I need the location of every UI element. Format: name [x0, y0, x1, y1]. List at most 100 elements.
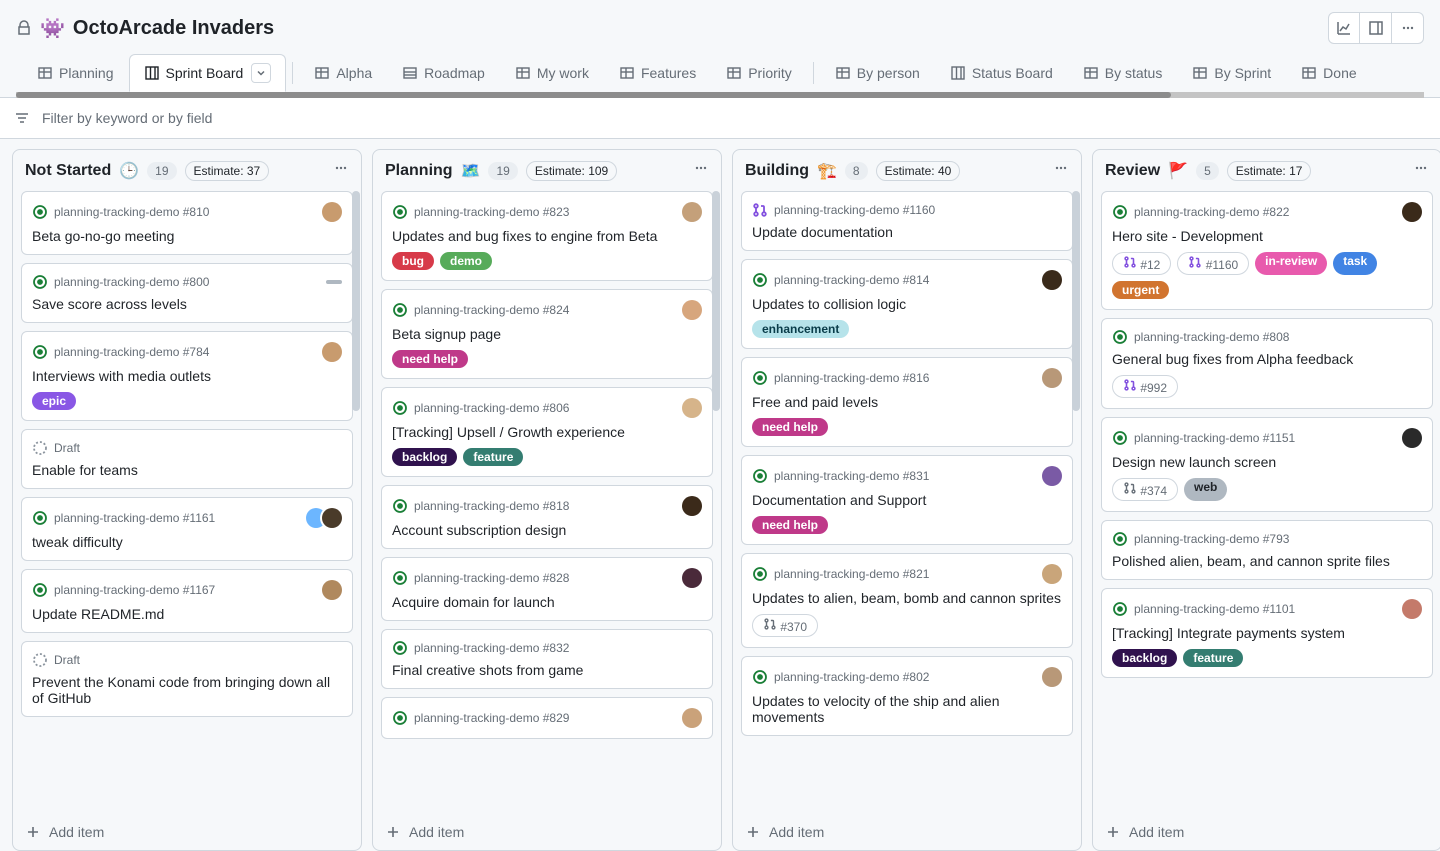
assignee-avatar[interactable] — [682, 300, 702, 320]
issue-card[interactable]: planning-tracking-demo #823Updates and b… — [381, 191, 713, 281]
issue-card[interactable]: planning-tracking-demo #800Save score ac… — [21, 263, 353, 323]
issue-label[interactable]: backlog — [392, 448, 457, 466]
issue-card[interactable]: planning-tracking-demo #832Final creativ… — [381, 629, 713, 689]
view-tab[interactable]: By person — [820, 56, 935, 90]
add-item-button[interactable]: Add item — [373, 813, 721, 850]
column-scrollbar[interactable] — [352, 191, 360, 411]
view-tab[interactable]: Roadmap — [387, 56, 500, 90]
assignee-avatar[interactable] — [1402, 202, 1422, 222]
issue-label[interactable]: in-review — [1255, 252, 1327, 275]
assignee-avatar[interactable] — [322, 580, 342, 600]
add-item-label: Add item — [1129, 824, 1184, 840]
issue-card[interactable]: planning-tracking-demo #1101[Tracking] I… — [1101, 588, 1433, 678]
issue-card[interactable]: planning-tracking-demo #1160Update docum… — [741, 191, 1073, 251]
view-tab[interactable]: Alpha — [299, 56, 387, 90]
tab-dropdown[interactable] — [251, 63, 271, 83]
issue-card[interactable]: planning-tracking-demo #816Free and paid… — [741, 357, 1073, 447]
assignee-avatar[interactable] — [1042, 667, 1062, 687]
view-tab[interactable]: My work — [500, 56, 604, 90]
issue-reference: planning-tracking-demo #1167 — [54, 583, 215, 597]
issue-card[interactable]: planning-tracking-demo #793Polished alie… — [1101, 520, 1433, 580]
issue-reference: planning-tracking-demo #1101 — [1134, 602, 1295, 616]
issue-card[interactable]: planning-tracking-demo #822Hero site - D… — [1101, 191, 1433, 310]
column-menu[interactable] — [1053, 160, 1069, 181]
panel-button[interactable] — [1360, 12, 1392, 44]
issue-card[interactable]: planning-tracking-demo #814Updates to co… — [741, 259, 1073, 349]
column-menu[interactable] — [693, 160, 709, 181]
column-scrollbar[interactable] — [712, 191, 720, 411]
column-title: Building — [745, 162, 809, 180]
view-tab[interactable]: Done — [1286, 56, 1371, 90]
assignee-avatar[interactable] — [322, 508, 342, 528]
issue-label[interactable]: #1160 — [1177, 252, 1249, 275]
issue-card[interactable]: DraftPrevent the Konami code from bringi… — [21, 641, 353, 717]
add-item-button[interactable]: Add item — [733, 813, 1081, 850]
issue-card[interactable]: planning-tracking-demo #1161tweak diffic… — [21, 497, 353, 561]
issue-card[interactable]: planning-tracking-demo #831Documentation… — [741, 455, 1073, 545]
assignee-avatar[interactable] — [1402, 599, 1422, 619]
issue-label[interactable]: backlog — [1112, 649, 1177, 667]
view-tab[interactable]: Priority — [711, 56, 807, 90]
view-tab[interactable]: Sprint Board — [129, 54, 287, 92]
issue-label[interactable]: #12 — [1112, 252, 1171, 275]
issue-card[interactable]: planning-tracking-demo #1167Update READM… — [21, 569, 353, 633]
view-tab[interactable]: By status — [1068, 56, 1178, 90]
view-tab[interactable]: By Sprint — [1177, 56, 1286, 90]
column-menu[interactable] — [1413, 160, 1429, 181]
filter-input[interactable]: Filter by keyword or by field — [42, 110, 1424, 126]
column-scrollbar[interactable] — [1072, 191, 1080, 411]
add-item-label: Add item — [769, 824, 824, 840]
issue-card[interactable]: planning-tracking-demo #829 — [381, 697, 713, 739]
issue-reference: planning-tracking-demo #802 — [774, 670, 929, 684]
issue-card[interactable]: planning-tracking-demo #810Beta go-no-go… — [21, 191, 353, 255]
assignee-avatar[interactable] — [322, 202, 342, 222]
assignee-avatar[interactable] — [682, 398, 702, 418]
issue-card[interactable]: planning-tracking-demo #802Updates to ve… — [741, 656, 1073, 736]
issue-label[interactable]: need help — [392, 350, 468, 368]
assignee-avatar[interactable] — [682, 202, 702, 222]
view-tab[interactable]: Status Board — [935, 56, 1068, 90]
assignee-avatar[interactable] — [1042, 564, 1062, 584]
add-item-button[interactable]: Add item — [13, 813, 361, 850]
insights-button[interactable] — [1328, 12, 1360, 44]
assignee-avatar[interactable] — [1042, 466, 1062, 486]
issue-label[interactable]: #374 — [1112, 478, 1178, 501]
issue-label[interactable]: enhancement — [752, 320, 849, 338]
filter-icon[interactable] — [14, 110, 30, 126]
more-button[interactable] — [1392, 12, 1424, 44]
column-menu[interactable] — [333, 160, 349, 181]
issue-label[interactable]: demo — [440, 252, 492, 270]
view-tab[interactable]: Features — [604, 56, 711, 90]
view-tab[interactable]: Planning — [22, 56, 129, 90]
issue-label[interactable]: need help — [752, 418, 828, 436]
assignee-avatar[interactable] — [1402, 428, 1422, 448]
issue-card[interactable]: planning-tracking-demo #818Account subsc… — [381, 485, 713, 549]
issue-card[interactable]: DraftEnable for teams — [21, 429, 353, 489]
issue-label[interactable]: feature — [1183, 649, 1243, 667]
issue-label[interactable]: #992 — [1112, 375, 1178, 398]
issue-card[interactable]: planning-tracking-demo #806[Tracking] Up… — [381, 387, 713, 477]
issue-title: Beta signup page — [392, 326, 702, 342]
issue-label[interactable]: need help — [752, 516, 828, 534]
issue-label[interactable]: #370 — [752, 614, 818, 637]
issue-label[interactable]: web — [1184, 478, 1227, 501]
assignee-avatar[interactable] — [682, 496, 702, 516]
tabs-scrollbar[interactable] — [16, 92, 1424, 98]
issue-card[interactable]: planning-tracking-demo #824Beta signup p… — [381, 289, 713, 379]
issue-card[interactable]: planning-tracking-demo #1151Design new l… — [1101, 417, 1433, 512]
assignee-avatar[interactable] — [1042, 368, 1062, 388]
assignee-avatar[interactable] — [682, 568, 702, 588]
add-item-button[interactable]: Add item — [1093, 813, 1440, 850]
issue-label[interactable]: feature — [463, 448, 523, 466]
issue-card[interactable]: planning-tracking-demo #828Acquire domai… — [381, 557, 713, 621]
issue-card[interactable]: planning-tracking-demo #784Interviews wi… — [21, 331, 353, 421]
issue-card[interactable]: planning-tracking-demo #808General bug f… — [1101, 318, 1433, 409]
issue-label[interactable]: epic — [32, 392, 76, 410]
assignee-avatar[interactable] — [682, 708, 702, 728]
issue-label[interactable]: task — [1333, 252, 1377, 275]
issue-label[interactable]: bug — [392, 252, 434, 270]
assignee-avatar[interactable] — [1042, 270, 1062, 290]
issue-label[interactable]: urgent — [1112, 281, 1169, 299]
issue-card[interactable]: planning-tracking-demo #821Updates to al… — [741, 553, 1073, 648]
assignee-avatar[interactable] — [322, 342, 342, 362]
